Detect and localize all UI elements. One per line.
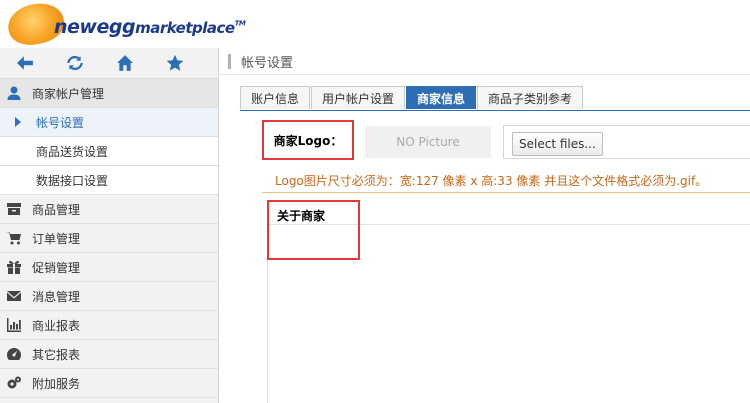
sidebar-item-additional-services[interactable]: 附加服务 <box>0 369 218 398</box>
sidebar-item-label: 帐号设置 <box>36 115 85 130</box>
file-upload-box: Select files... <box>503 125 750 159</box>
sidebar-item-product-management[interactable]: 商品管理 <box>0 195 218 224</box>
tab-underline <box>240 110 750 111</box>
refresh-icon <box>67 55 83 71</box>
select-files-button[interactable]: Select files... <box>512 132 603 156</box>
arrow-left-icon <box>17 56 33 70</box>
sidebar-item-label: 商业报表 <box>32 318 81 333</box>
bar-chart-icon <box>6 317 22 333</box>
sidebar-item-label: 附加服务 <box>32 376 81 391</box>
logo-label: 商家Logo： <box>262 120 354 160</box>
hint-divider <box>262 192 750 193</box>
caret-right-icon <box>15 117 21 127</box>
main-content: 帐号设置 账户信息 用户帐户设置 商家信息 商品子类别参考 商家Logo： NO… <box>219 48 750 403</box>
sidebar-item-label: 订单管理 <box>32 231 81 246</box>
breadcrumb-bar <box>228 53 231 69</box>
app-header: neweggmarketplaceTM <box>0 0 750 50</box>
about-merchant-label: 关于商家 <box>267 200 360 260</box>
sidebar-item-shipping-settings[interactable]: 商品送货设置 <box>0 137 218 166</box>
tab-merchant-info[interactable]: 商家信息 <box>406 86 477 109</box>
archive-icon <box>6 201 22 217</box>
logo-trademark: TM <box>234 19 246 28</box>
user-icon <box>6 85 22 101</box>
tab-user-account-settings[interactable]: 用户帐户设置 <box>311 86 406 109</box>
dashboard-icon <box>6 346 22 362</box>
logo-text: neweggmarketplaceTM <box>54 16 246 38</box>
sidebar-item-data-interface-settings[interactable]: 数据接口设置 <box>0 166 218 195</box>
sidebar-item-label: 促销管理 <box>32 260 81 275</box>
newegg-marketplace-logo[interactable]: neweggmarketplaceTM <box>4 0 264 50</box>
star-icon <box>166 54 184 71</box>
sidebar-group-label: 商家帐户管理 <box>32 86 105 101</box>
sidebar: 商家帐户管理 帐号设置 商品送货设置 数据接口设置 商品管理 订单管理 促销管理… <box>0 48 219 403</box>
sidebar-item-message-management[interactable]: 消息管理 <box>0 282 218 311</box>
sidebar-item-order-management[interactable]: 订单管理 <box>0 224 218 253</box>
sidebar-item-other-reports[interactable]: 其它报表 <box>0 340 218 369</box>
logo-upload-row: 商家Logo： NO Picture Select files... <box>262 120 750 166</box>
sidebar-group-merchant-account[interactable]: 商家帐户管理 <box>0 79 218 108</box>
favorite-button[interactable] <box>150 48 200 78</box>
sidebar-item-account-settings[interactable]: 帐号设置 <box>0 108 218 137</box>
sidebar-item-label: 商品管理 <box>32 202 81 217</box>
tab-subcategory-reference[interactable]: 商品子类别参考 <box>477 86 584 109</box>
logo-preview-placeholder: NO Picture <box>365 126 491 158</box>
envelope-icon <box>6 288 22 304</box>
gears-icon <box>6 375 22 391</box>
home-icon <box>117 55 133 71</box>
tab-account-info[interactable]: 账户信息 <box>240 86 311 109</box>
cart-icon <box>6 230 22 246</box>
logo-brand-sub: marketplace <box>135 19 235 37</box>
logo-size-hint: Logo图片尺寸必须为：宽:127 像素 x 高:33 像素 并且这个文件格式必… <box>275 174 708 188</box>
gift-icon <box>6 259 22 275</box>
logo-brand-main: newegg <box>54 16 136 38</box>
sidebar-item-label: 消息管理 <box>32 289 81 304</box>
page-title: 帐号设置 <box>241 55 294 71</box>
tab-bar: 账户信息 用户帐户设置 商家信息 商品子类别参考 <box>240 86 584 110</box>
sidebar-item-promotion-management[interactable]: 促销管理 <box>0 253 218 282</box>
refresh-button[interactable] <box>50 48 100 78</box>
back-button[interactable] <box>0 48 50 78</box>
sidebar-item-label: 其它报表 <box>32 347 81 362</box>
sidebar-item-label: 商品送货设置 <box>36 144 109 159</box>
breadcrumb: 帐号设置 <box>219 48 750 75</box>
home-button[interactable] <box>100 48 150 78</box>
sidebar-item-label: 数据接口设置 <box>36 173 109 188</box>
sidebar-item-business-reports[interactable]: 商业报表 <box>0 311 218 340</box>
sidebar-toolbar <box>0 48 218 79</box>
